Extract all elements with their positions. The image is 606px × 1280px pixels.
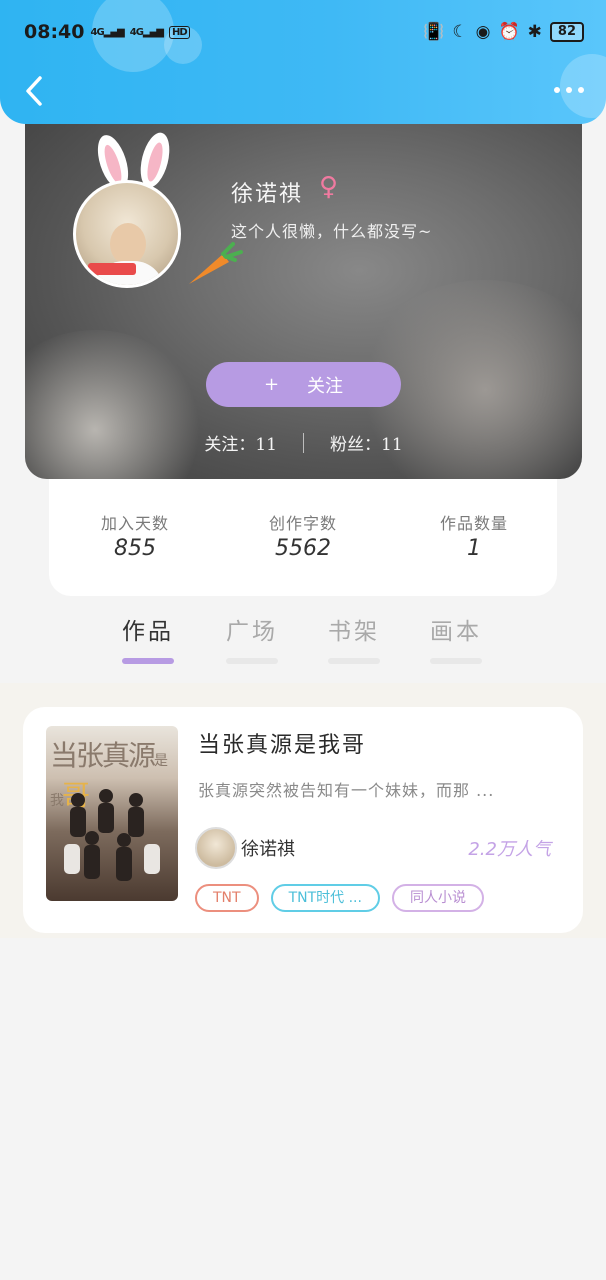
follow-label: 关注	[307, 375, 344, 397]
signal-icon: 4G▂▄▆	[90, 26, 124, 38]
avatar-container[interactable]	[73, 130, 243, 290]
book-description: 张真源突然被告知有一个妹妹，而那 ...	[198, 781, 495, 800]
profile-tabs: 作品 广场 书架 画本	[0, 612, 606, 672]
book-tags: TNT TNT时代 ... 同人小说	[195, 884, 484, 912]
battery-icon: 82	[549, 22, 584, 42]
divider	[303, 432, 304, 453]
more-options-button[interactable]	[544, 80, 584, 100]
avatar[interactable]	[73, 180, 181, 288]
author-name[interactable]: 徐诺祺	[241, 835, 295, 861]
plus-icon: +	[263, 374, 280, 395]
user-name: 徐诺祺	[231, 182, 304, 207]
stat-works-count: 作品数量 1	[439, 514, 508, 561]
stat-join-days: 加入天数 855	[100, 514, 169, 561]
status-time: 08:40	[24, 21, 85, 43]
carrot-icon	[189, 242, 243, 284]
follow-counts: 关注：11 粉丝：11	[25, 430, 582, 455]
moon-icon: ☾	[452, 22, 468, 42]
tab-picture-book[interactable]: 画本	[416, 612, 496, 664]
book-cover[interactable]: 当张真源是我哥	[46, 726, 178, 901]
female-icon: ♀	[319, 172, 339, 202]
book-card[interactable]: 当张真源是我哥 当张真源是我哥 张真源突然被告知有一个妹妹，而那 ... 徐诺祺…	[23, 707, 583, 933]
stats-card: 加入天数 855 创作字数 5562 作品数量 1	[49, 466, 557, 596]
tag[interactable]: 同人小说	[391, 884, 484, 912]
tab-works[interactable]: 作品	[108, 612, 188, 664]
more-dots-icon	[554, 87, 560, 93]
cover-image-icon	[64, 789, 160, 881]
following-count[interactable]: 关注：11	[204, 430, 277, 455]
book-title[interactable]: 当张真源是我哥	[198, 727, 366, 759]
stat-word-count: 创作字数 5562	[268, 514, 337, 561]
vibrate-icon: 📳	[423, 22, 445, 42]
user-bio: 这个人很懒，什么都没写~	[231, 222, 433, 241]
popularity-count: 2.2万人气	[468, 839, 551, 860]
lock-icon: ◉	[475, 22, 491, 42]
tab-square[interactable]: 广场	[212, 612, 292, 664]
alarm-icon: ⏰	[498, 22, 520, 42]
profile-card: 徐诺祺 ♀ 这个人很懒，什么都没写~ + 关注 关注：11 粉丝：11	[25, 100, 582, 479]
top-header: 08:40 4G▂▄▆ 4G▂▄▆ HD 📳 ☾ ◉ ⏰ ✱ 82	[0, 0, 606, 124]
author-avatar[interactable]	[195, 827, 237, 869]
hd-icon: HD	[168, 25, 190, 39]
follow-button[interactable]: + 关注	[206, 362, 401, 407]
tag[interactable]: TNT时代 ...	[270, 884, 380, 912]
back-button[interactable]	[20, 72, 50, 110]
status-bar: 08:40 4G▂▄▆ 4G▂▄▆ HD 📳 ☾ ◉ ⏰ ✱ 82	[24, 18, 584, 46]
tab-bookshelf[interactable]: 书架	[314, 612, 394, 664]
fans-count[interactable]: 粉丝：11	[330, 430, 403, 455]
bluetooth-icon: ✱	[527, 22, 542, 42]
signal-icon: 4G▂▄▆	[129, 26, 164, 38]
tag[interactable]: TNT	[195, 884, 259, 912]
tab-indicator	[122, 658, 174, 664]
chevron-left-icon	[26, 76, 42, 106]
